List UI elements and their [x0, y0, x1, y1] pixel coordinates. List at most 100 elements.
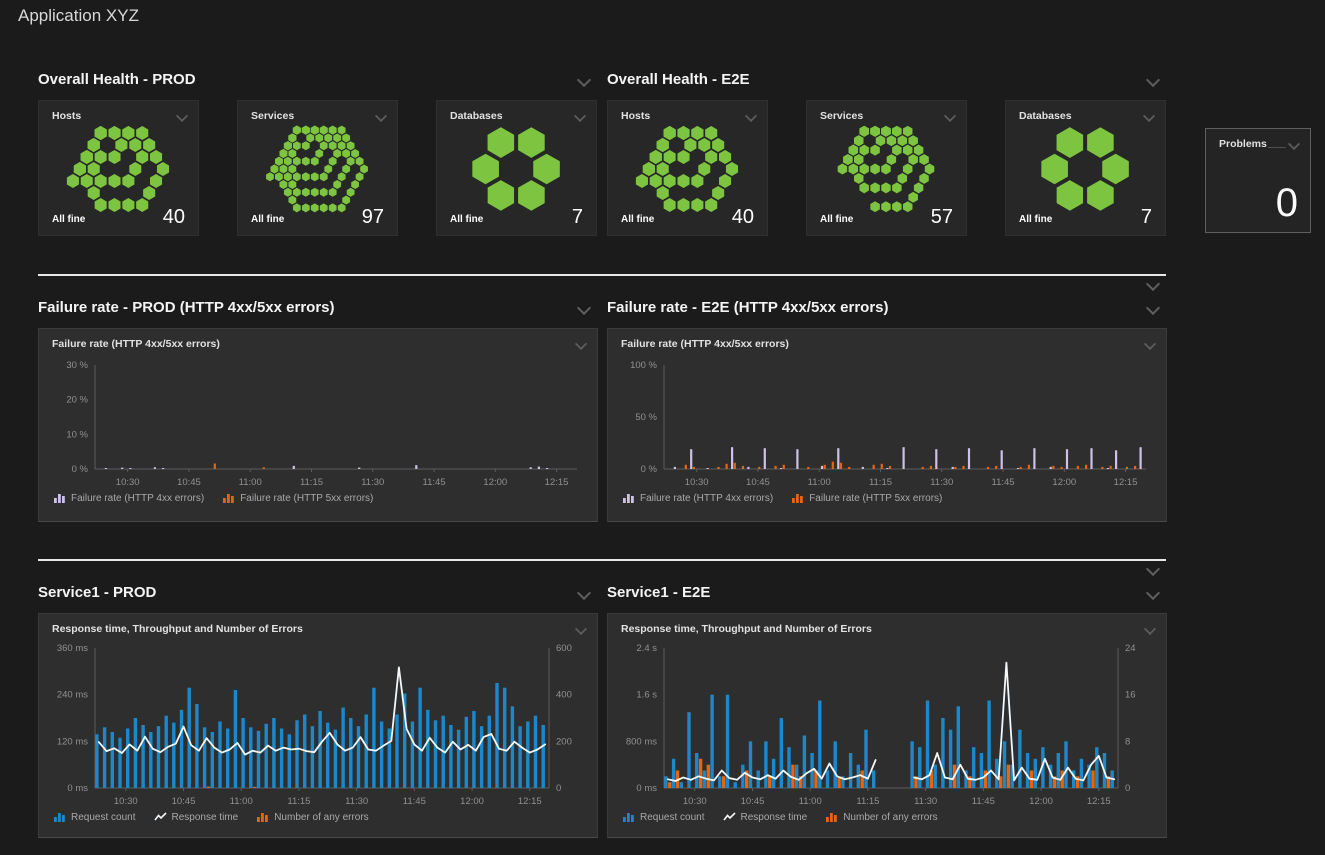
- legend-item[interactable]: Response time: [154, 811, 239, 823]
- chevron-down-icon[interactable]: [176, 110, 188, 122]
- svg-text:0 %: 0 %: [641, 464, 658, 475]
- svg-text:11:00: 11:00: [230, 796, 253, 807]
- chevron-down-icon[interactable]: [1143, 110, 1155, 122]
- svg-text:8: 8: [1125, 736, 1130, 747]
- chevron-down-icon[interactable]: [575, 338, 587, 350]
- chart-tile-failure-prod[interactable]: Failure rate (HTTP 4xx/5xx errors) 30 %2…: [38, 328, 598, 522]
- legend-item[interactable]: Failure rate (HTTP 4xx errors): [53, 492, 204, 504]
- legend-item[interactable]: Number of any errors: [256, 811, 368, 823]
- status-text: All fine: [820, 214, 853, 225]
- svg-text:12:00: 12:00: [1052, 477, 1076, 488]
- svg-text:10:30: 10:30: [116, 477, 140, 488]
- tile-services-prod[interactable]: Services All fine 97: [237, 100, 398, 236]
- chevron-down-icon[interactable]: [1146, 301, 1160, 315]
- chart-legend: Failure rate (HTTP 4xx errors) Failure ra…: [622, 492, 942, 504]
- svg-text:0: 0: [556, 783, 561, 794]
- honeycomb: [608, 125, 767, 215]
- tile-databases-e2e[interactable]: Databases All fine 7: [1005, 100, 1166, 236]
- chevron-down-icon[interactable]: [1144, 338, 1156, 350]
- section-divider: [38, 274, 1166, 276]
- chart-tile-service-e2e[interactable]: Response time, Throughput and Number of …: [607, 613, 1167, 838]
- chevron-down-icon[interactable]: [577, 301, 591, 315]
- tile-services-e2e[interactable]: Services All fine 57: [806, 100, 967, 236]
- honeycomb-svg: [1006, 125, 1164, 213]
- svg-text:11:15: 11:15: [856, 796, 879, 807]
- tile-hosts-e2e[interactable]: Hosts All fine 40: [607, 100, 768, 236]
- svg-text:12:00: 12:00: [1029, 796, 1053, 807]
- legend-item[interactable]: Failure rate (HTTP 4xx errors): [622, 492, 773, 504]
- chevron-down-icon[interactable]: [375, 110, 387, 122]
- tile-title: Services: [820, 110, 863, 122]
- failure-prod-chart[interactable]: 30 %20 %10 %0 %10:3010:4511:0011:1511:30…: [49, 357, 589, 489]
- chevron-down-icon[interactable]: [574, 110, 586, 122]
- chevron-down-icon[interactable]: [1288, 138, 1300, 150]
- chevron-down-icon[interactable]: [1146, 73, 1160, 87]
- chart-tile-failure-e2e[interactable]: Failure rate (HTTP 4xx/5xx errors) 100 %…: [607, 328, 1167, 522]
- chevron-down-icon[interactable]: [1146, 562, 1160, 576]
- section-title: Overall Health - E2E: [607, 71, 750, 88]
- section-divider: [38, 559, 1166, 561]
- svg-text:12:00: 12:00: [460, 796, 484, 807]
- chevron-down-icon[interactable]: [745, 110, 757, 122]
- tile-title: Databases: [1019, 110, 1072, 122]
- section-header-health-prod: Overall Health - PROD: [38, 71, 591, 91]
- service-e2e-chart[interactable]: 2.4 s1.6 s800 ms0 ms24168010:3010:4511:0…: [618, 640, 1158, 808]
- service-prod-chart[interactable]: 360 ms240 ms120 ms0 ms600400200010:3010:…: [49, 640, 589, 808]
- problems-count: 0: [1276, 181, 1298, 226]
- honeycomb-svg: [437, 125, 595, 213]
- legend-item[interactable]: Failure rate (HTTP 5xx errors): [791, 492, 942, 504]
- chevron-down-icon[interactable]: [1146, 277, 1160, 291]
- tile-title: Hosts: [621, 110, 650, 122]
- svg-text:11:30: 11:30: [345, 796, 368, 807]
- section-title: Failure rate - PROD (HTTP 4xx/5xx errors…: [38, 299, 335, 316]
- chart-canvas: 100 %50 %0 %10:3010:4511:0011:1511:3011:…: [618, 357, 1158, 489]
- bar-series-icon: [622, 811, 635, 823]
- section-title: Service1 - E2E: [607, 584, 710, 601]
- chart-title: Response time, Throughput and Number of …: [621, 623, 872, 635]
- svg-text:0 ms: 0 ms: [636, 783, 657, 794]
- tile-hosts-prod[interactable]: Hosts All fine 40: [38, 100, 199, 236]
- line-series-icon: [723, 811, 736, 823]
- chart-legend: Failure rate (HTTP 4xx errors) Failure ra…: [53, 492, 373, 504]
- tile-title: Services: [251, 110, 294, 122]
- svg-text:11:15: 11:15: [869, 477, 892, 488]
- chevron-down-icon[interactable]: [1144, 623, 1156, 635]
- entity-count: 97: [362, 206, 384, 229]
- svg-text:11:15: 11:15: [287, 796, 310, 807]
- svg-text:1.6 s: 1.6 s: [636, 690, 657, 701]
- svg-text:10:30: 10:30: [114, 796, 138, 807]
- chevron-down-icon[interactable]: [944, 110, 956, 122]
- svg-text:200: 200: [556, 736, 572, 747]
- dashboard: Application XYZ Overall Health - PROD Ov…: [0, 0, 1325, 855]
- legend-item[interactable]: Request count: [622, 811, 705, 823]
- honeycomb: [238, 125, 397, 215]
- svg-text:24: 24: [1125, 643, 1136, 654]
- svg-text:0 %: 0 %: [72, 464, 89, 475]
- legend-item[interactable]: Response time: [723, 811, 808, 823]
- chevron-down-icon[interactable]: [575, 623, 587, 635]
- failure-e2e-chart[interactable]: 100 %50 %0 %10:3010:4511:0011:1511:3011:…: [618, 357, 1158, 489]
- honeycomb-svg: [238, 125, 396, 213]
- tile-databases-prod[interactable]: Databases All fine 7: [436, 100, 597, 236]
- svg-text:120 ms: 120 ms: [57, 736, 88, 747]
- chevron-down-icon[interactable]: [1146, 586, 1160, 600]
- tile-problems[interactable]: Problems 0: [1205, 128, 1311, 233]
- svg-text:10:30: 10:30: [685, 477, 709, 488]
- entity-count: 7: [1141, 206, 1152, 229]
- legend-item[interactable]: Failure rate (HTTP 5xx errors): [222, 492, 373, 504]
- svg-text:360 ms: 360 ms: [57, 643, 88, 654]
- tile-title: Databases: [450, 110, 503, 122]
- svg-text:30 %: 30 %: [66, 360, 88, 371]
- chart-title: Response time, Throughput and Number of …: [52, 623, 303, 635]
- bar-series-icon: [53, 492, 66, 504]
- status-text: All fine: [1019, 214, 1052, 225]
- chevron-down-icon[interactable]: [577, 586, 591, 600]
- legend-item[interactable]: Number of any errors: [825, 811, 937, 823]
- svg-text:10:45: 10:45: [177, 477, 201, 488]
- chart-tile-service-prod[interactable]: Response time, Throughput and Number of …: [38, 613, 598, 838]
- legend-item[interactable]: Request count: [53, 811, 136, 823]
- chevron-down-icon[interactable]: [577, 73, 591, 87]
- line-series-icon: [154, 811, 167, 823]
- svg-text:12:00: 12:00: [483, 477, 507, 488]
- tile-title: Problems: [1219, 138, 1267, 150]
